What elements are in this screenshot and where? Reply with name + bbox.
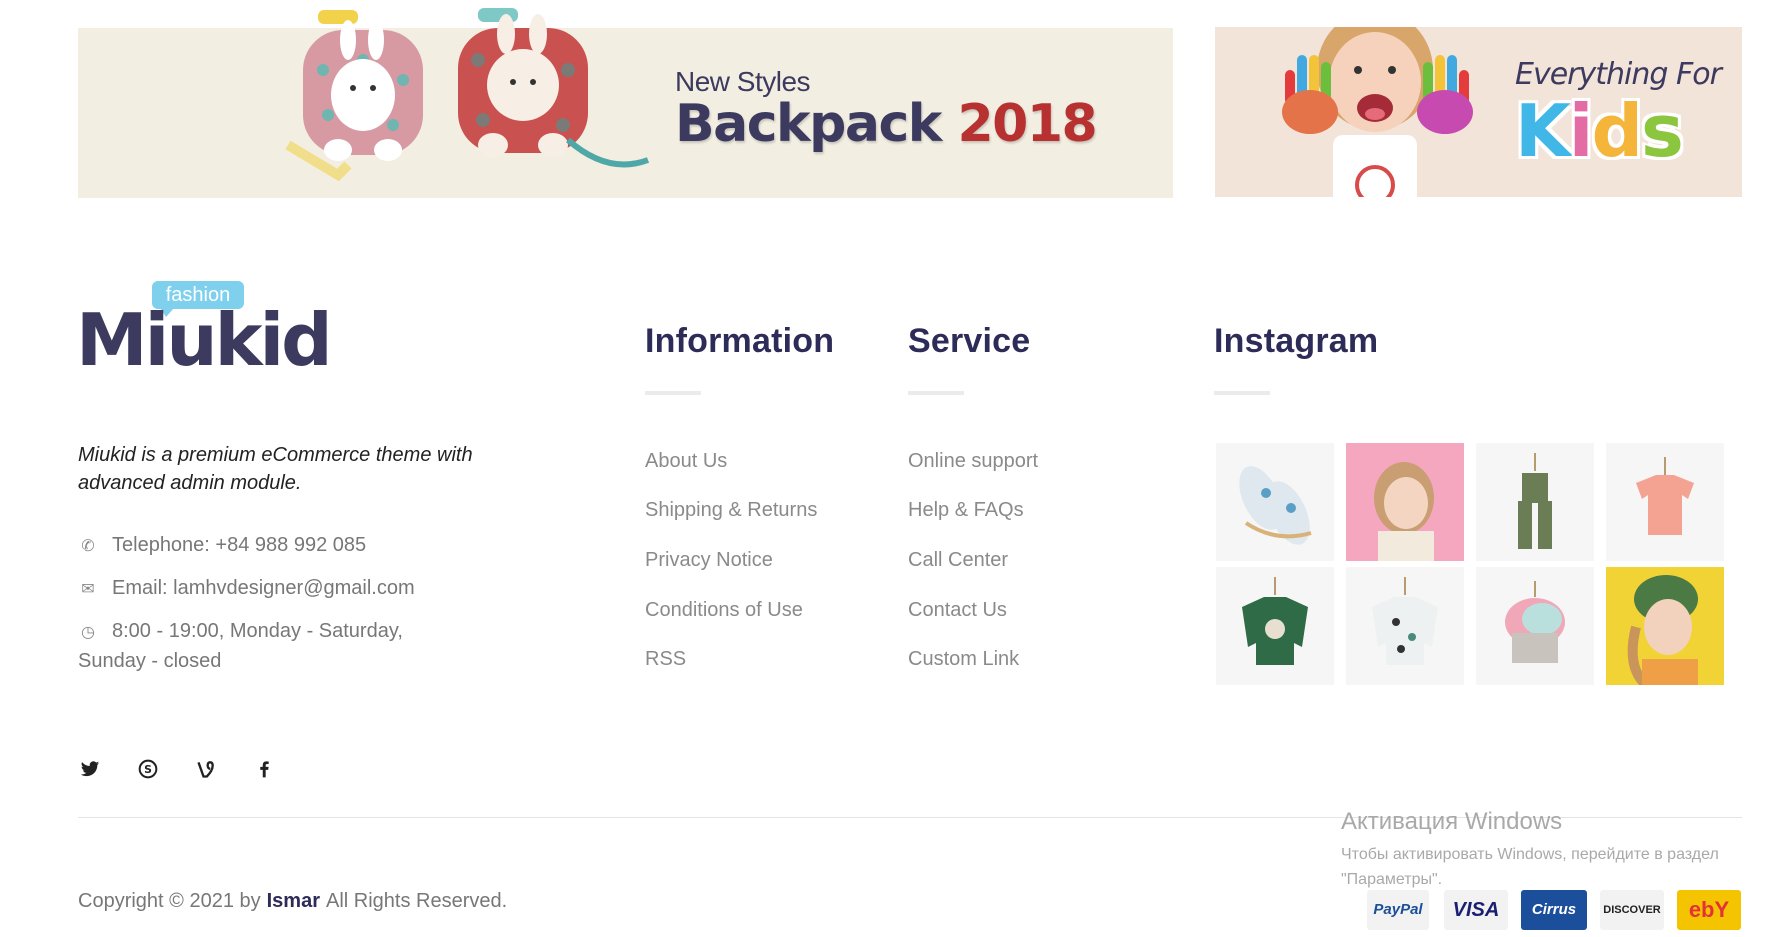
- instagram-photo[interactable]: [1606, 567, 1724, 685]
- kids-banner[interactable]: Everything For Kids: [1215, 27, 1742, 197]
- visa-icon: VISA: [1444, 890, 1508, 930]
- link-privacy-notice[interactable]: Privacy Notice: [645, 549, 773, 572]
- phone-icon: ✆: [81, 538, 95, 555]
- banner-title: Backpack 2018: [675, 94, 1098, 154]
- link-help-faqs[interactable]: Help & FAQs: [908, 499, 1024, 522]
- link-call-center[interactable]: Call Center: [908, 549, 1008, 572]
- link-contact-us[interactable]: Contact Us: [908, 599, 1007, 622]
- link-about-us[interactable]: About Us: [645, 450, 727, 473]
- instagram-photo[interactable]: [1346, 443, 1464, 561]
- telephone-text: Telephone: +84 988 992 085: [112, 534, 367, 556]
- copyright-prefix: Copyright © 2021 by: [78, 890, 261, 912]
- copyright-author-link[interactable]: Ismar: [267, 890, 320, 912]
- instagram-photo[interactable]: [1216, 567, 1334, 685]
- instagram-photo[interactable]: [1476, 443, 1594, 561]
- hours-row: ◷ 8:00 - 19:00, Monday - Saturday, Sunday…: [78, 617, 458, 675]
- kids-title-letter: K: [1515, 89, 1571, 173]
- cirrus-icon: Cirrus: [1521, 890, 1587, 930]
- discover-icon: DISCOVER: [1600, 890, 1664, 930]
- girl-painted-hands-image: [1282, 27, 1473, 197]
- link-conditions-of-use[interactable]: Conditions of Use: [645, 599, 803, 622]
- instagram-photo[interactable]: [1476, 567, 1594, 685]
- ebay-icon: ebY: [1677, 890, 1741, 930]
- backpacks-image: [285, 8, 650, 182]
- facebook-icon[interactable]: [252, 759, 276, 783]
- kids-banner-subtitle: Everything For: [1515, 57, 1722, 92]
- windows-activation-title: Активация Windows: [1341, 808, 1563, 835]
- instagram-photo[interactable]: [1606, 443, 1724, 561]
- telephone-row: ✆ Telephone: +84 988 992 085: [78, 531, 366, 561]
- instagram-photo[interactable]: [1216, 443, 1334, 561]
- service-heading: Service: [908, 322, 1031, 360]
- envelope-icon: ✉: [81, 581, 95, 598]
- information-heading: Information: [645, 322, 835, 360]
- instagram-heading: Instagram: [1214, 322, 1379, 360]
- hours-text: 8:00 - 19:00, Monday - Saturday, Sunday …: [78, 620, 403, 672]
- kids-title-letter: d: [1591, 89, 1643, 173]
- link-online-support[interactable]: Online support: [908, 450, 1038, 473]
- information-underline: [645, 391, 701, 395]
- kids-title-letter: s: [1641, 89, 1684, 173]
- windows-activation-text: Чтобы активировать Windows, перейдите в …: [1341, 846, 1719, 888]
- instagram-photo[interactable]: [1346, 567, 1464, 685]
- service-underline: [908, 391, 964, 395]
- link-shipping-returns[interactable]: Shipping & Returns: [645, 499, 817, 522]
- email-text: Email: lamhvdesigner@gmail.com: [112, 577, 415, 599]
- twitter-icon[interactable]: [78, 759, 102, 783]
- paypal-icon: PayPal: [1367, 890, 1429, 930]
- kids-title-letter: i: [1568, 89, 1594, 173]
- link-rss[interactable]: RSS: [645, 648, 686, 671]
- svg-text:S: S: [144, 763, 152, 776]
- logo[interactable]: Miukid: [76, 298, 333, 382]
- copyright-suffix: All Rights Reserved.: [326, 890, 508, 912]
- instagram-underline: [1214, 391, 1270, 395]
- copyright: Copyright © 2021 by Ismar All Rights Reser…: [78, 890, 507, 913]
- vine-icon[interactable]: [194, 759, 218, 783]
- kids-banner-title: Kids: [1515, 95, 1684, 167]
- link-custom-link[interactable]: Custom Link: [908, 648, 1019, 671]
- backpack-banner[interactable]: New Styles Backpack 2018: [78, 8, 1173, 198]
- email-row: ✉ Email: lamhvdesigner@gmail.com: [78, 574, 415, 604]
- store-description: Miukid is a premium eCommerce theme with…: [78, 444, 473, 494]
- clock-icon: ◷: [81, 624, 95, 641]
- banner-year: 2018: [957, 94, 1097, 154]
- skype-icon[interactable]: S: [136, 759, 160, 783]
- banner-title-word: Backpack: [675, 94, 942, 154]
